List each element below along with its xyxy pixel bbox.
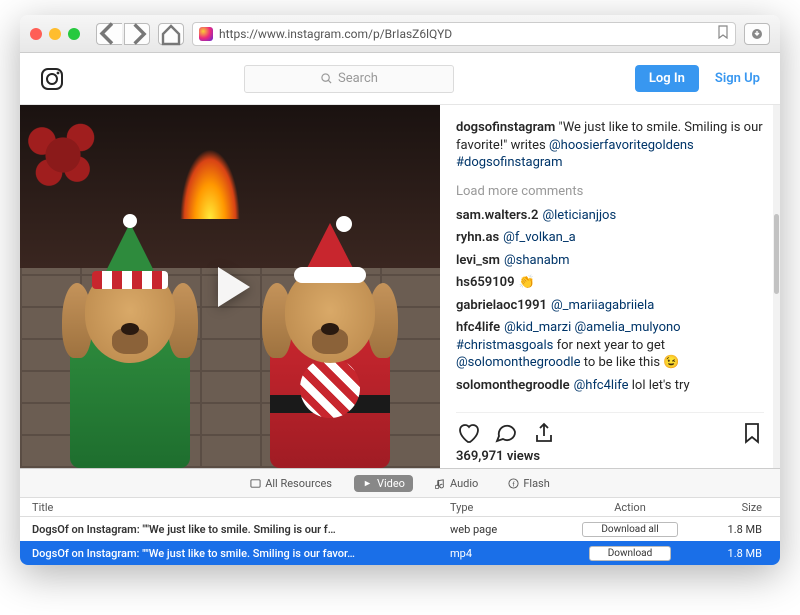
zoom-window-icon[interactable] <box>68 28 80 40</box>
row-title: DogsOf on Instagram: ""We just like to s… <box>20 523 450 536</box>
home-button[interactable] <box>158 23 184 45</box>
inspector-tabs: All Resources Video Audio fFlash <box>20 469 780 497</box>
comment-author[interactable]: hs659109 <box>456 275 515 290</box>
mention-link[interactable]: @kid_marzi <box>504 320 571 335</box>
comment-body: @_mariiagabriiela <box>551 298 654 313</box>
forward-button[interactable] <box>124 23 150 45</box>
url-bar[interactable]: https://www.instagram.com/p/BrIasZ6lQYD <box>192 22 736 46</box>
comment-icon[interactable] <box>494 421 518 445</box>
post: dogsofinstagram "We just like to smile. … <box>20 105 780 468</box>
caption-author[interactable]: dogsofinstagram <box>456 120 555 135</box>
comment-author[interactable]: hfc4life <box>456 320 500 335</box>
inspector-table-header: Title Type Action Size <box>20 497 780 517</box>
caption-hashtag[interactable]: #dogsofinstagram <box>456 155 563 170</box>
download-inspector: All Resources Video Audio fFlash Title T… <box>20 468 780 565</box>
col-size: Size <box>700 501 780 514</box>
save-icon[interactable] <box>740 421 764 445</box>
browser-window: https://www.instagram.com/p/BrIasZ6lQYD … <box>20 15 780 565</box>
comment: hs659109 👏 <box>456 274 764 292</box>
page-content: Search Log In Sign Up <box>20 53 780 565</box>
post-actions <box>456 412 764 449</box>
scrollbar-thumb[interactable] <box>774 214 779 294</box>
close-window-icon[interactable] <box>30 28 42 40</box>
col-type: Type <box>450 501 560 514</box>
col-title: Title <box>20 501 450 514</box>
comment-author[interactable]: levi_sm <box>456 253 500 268</box>
row-size: 1.8 MB <box>700 547 780 560</box>
play-button[interactable] <box>195 252 265 322</box>
mention-link[interactable]: @f_volkan_a <box>503 230 576 245</box>
back-button[interactable] <box>96 23 122 45</box>
tab-flash[interactable]: fFlash <box>500 475 557 492</box>
search-input[interactable]: Search <box>244 65 454 93</box>
comment-author[interactable]: solomonthegroodle <box>456 378 570 393</box>
comment-body: @hfc4life lol let's try <box>574 378 690 393</box>
mention-link[interactable]: @hfc4life <box>574 378 629 393</box>
window-controls <box>30 28 80 40</box>
search-icon <box>321 73 332 84</box>
signup-link[interactable]: Sign Up <box>715 71 760 86</box>
row-title: DogsOf on Instagram: ""We just like to s… <box>20 547 450 560</box>
tab-all-resources[interactable]: All Resources <box>242 475 340 492</box>
comment-body: 👏 <box>519 275 535 290</box>
row-type: mp4 <box>450 547 560 560</box>
share-icon[interactable] <box>532 421 556 445</box>
download-all-button[interactable]: Download all <box>582 522 677 537</box>
comment: solomonthegroodle @hfc4life lol let's try <box>456 377 764 395</box>
mention-link[interactable]: #christmasgoals <box>456 338 553 353</box>
table-row[interactable]: DogsOf on Instagram: ""We just like to s… <box>20 541 780 565</box>
comments-list: sam.walters.2 @leticianjjos ryhn.as @f_volk… <box>456 207 764 400</box>
tab-audio[interactable]: Audio <box>427 475 486 492</box>
mention-link[interactable]: @_mariiagabriiela <box>551 298 654 313</box>
col-action: Action <box>560 501 700 514</box>
caption-mention[interactable]: @hoosierfavoritegoldens <box>549 138 694 153</box>
comment-body: @f_volkan_a <box>503 230 576 245</box>
post-caption: dogsofinstagram "We just like to smile. … <box>456 119 764 172</box>
post-sidebar: dogsofinstagram "We just like to smile. … <box>440 105 780 468</box>
url-text: https://www.instagram.com/p/BrIasZ6lQYD <box>219 27 452 41</box>
comment: ryhn.as @f_volkan_a <box>456 229 764 247</box>
search-placeholder: Search <box>338 71 378 86</box>
instagram-logo-icon[interactable] <box>40 67 64 91</box>
login-button[interactable]: Log In <box>635 65 699 92</box>
titlebar: https://www.instagram.com/p/BrIasZ6lQYD <box>20 15 780 53</box>
row-size: 1.8 MB <box>700 523 780 536</box>
comment-author[interactable]: ryhn.as <box>456 230 499 245</box>
comment-body: @shanabm <box>504 253 570 268</box>
svg-text:f: f <box>513 480 516 488</box>
comment: hfc4life @kid_marzi @amelia_mulyono #chri… <box>456 319 764 372</box>
row-type: web page <box>450 523 560 536</box>
comment: levi_sm @shanabm <box>456 252 764 270</box>
bookmark-icon[interactable] <box>717 25 729 43</box>
instagram-header: Search Log In Sign Up <box>20 53 780 105</box>
post-media[interactable] <box>20 105 440 468</box>
comment-author[interactable]: gabrielaoc1991 <box>456 298 547 313</box>
comment-body: @leticianjjos <box>542 208 616 223</box>
nav-buttons <box>96 23 150 45</box>
download-button[interactable]: Download <box>589 546 672 561</box>
like-icon[interactable] <box>456 421 480 445</box>
load-more-comments[interactable]: Load more comments <box>456 184 764 199</box>
table-row[interactable]: DogsOf on Instagram: ""We just like to s… <box>20 517 780 541</box>
minimize-window-icon[interactable] <box>49 28 61 40</box>
mention-link[interactable]: @amelia_mulyono <box>575 320 681 335</box>
site-favicon-icon <box>199 27 213 41</box>
comment: sam.walters.2 @leticianjjos <box>456 207 764 225</box>
view-count: 369,971 views <box>456 449 764 468</box>
comment: gabrielaoc1991 @_mariiagabriiela <box>456 297 764 315</box>
tab-video[interactable]: Video <box>354 475 413 492</box>
mention-link[interactable]: @shanabm <box>504 253 570 268</box>
mention-link[interactable]: @solomonthegroodle <box>456 355 580 370</box>
downloads-button[interactable] <box>744 23 770 45</box>
scrollbar-track <box>773 105 780 468</box>
comment-author[interactable]: sam.walters.2 <box>456 208 538 223</box>
mention-link[interactable]: @leticianjjos <box>542 208 616 223</box>
